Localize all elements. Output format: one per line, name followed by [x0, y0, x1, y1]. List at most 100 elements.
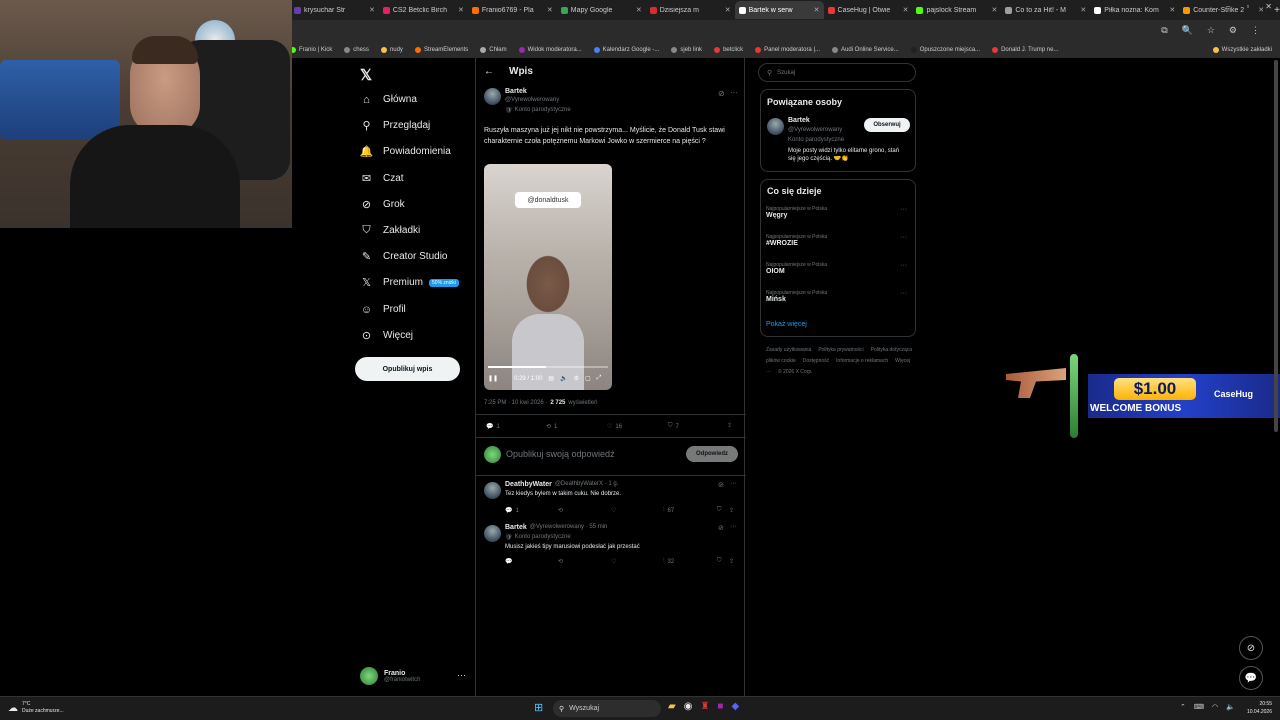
tab-close-icon[interactable]: ✕ — [1169, 6, 1175, 14]
pip-icon[interactable]: ▢ — [585, 375, 591, 382]
tab-close-icon[interactable]: ✕ — [903, 6, 909, 14]
chat-icon[interactable]: 💬 — [1239, 666, 1263, 690]
browser-tab[interactable]: Mapy Google ✕ — [557, 1, 646, 19]
retweet-icon[interactable]: ⟲ — [558, 558, 563, 565]
clock-date[interactable]: 10.04.2026 — [1238, 708, 1272, 716]
bookmark-action[interactable]: ⛉ 7 — [668, 423, 679, 430]
show-more-link[interactable]: Pokaż więcej — [766, 321, 807, 328]
folder-icon[interactable]: ▰ — [668, 701, 676, 712]
star-icon[interactable]: ☆ — [1207, 25, 1215, 36]
volume-icon[interactable]: 🔈 — [560, 375, 567, 382]
reply-action[interactable]: 💬 1 — [505, 507, 519, 515]
trend-item[interactable]: Najpopularniejsze w Polska #WROZIE — [766, 234, 827, 247]
taskbar-search[interactable]: ⚲ Wyszukaj — [553, 700, 661, 717]
trend-item[interactable]: Najpopularniejsze w Polska Węgry — [766, 206, 827, 219]
grok-icon[interactable]: ⊘ — [718, 481, 724, 489]
nav-item-więcej[interactable]: ⊙ Więcej — [360, 329, 413, 342]
tab-close-icon[interactable]: ✕ — [458, 6, 464, 14]
avatar[interactable] — [484, 482, 501, 499]
nav-item-czat[interactable]: ✉ Czat — [360, 172, 404, 185]
tab-close-icon[interactable]: ✕ — [814, 6, 820, 14]
close-window-icon[interactable]: ✕ — [1265, 2, 1272, 11]
heart-icon[interactable]: ♡ — [611, 507, 616, 514]
bookmark-item[interactable]: Opuszczone miejsca... — [910, 47, 980, 53]
nav-item-premium[interactable]: 𝕏 Premium 50% zniżki — [360, 276, 459, 289]
bookmark-item[interactable]: nudy — [380, 47, 403, 53]
grok-icon[interactable]: ⊘ — [1239, 636, 1263, 660]
browser-tab[interactable]: krysuchar Str ✕ — [290, 1, 379, 19]
reply-action[interactable]: 💬 1 — [486, 423, 500, 431]
avatar[interactable] — [767, 118, 784, 135]
nav-item-zakładki[interactable]: ⛉ Zakładki — [360, 224, 420, 237]
browser-tab[interactable]: Bartek w serw ✕ — [734, 1, 824, 19]
casehug-promo-banner[interactable]: $1.00 WELCOME BONUS CaseHug — [1006, 354, 1280, 440]
retweet-action[interactable]: ⟲ 1 — [546, 423, 557, 431]
trend-item[interactable]: Najpopularniejsze w Polska OIOM — [766, 262, 827, 275]
x-logo-icon[interactable]: 𝕏 — [360, 66, 372, 84]
footer-link[interactable]: Informacje o reklamach — [836, 358, 888, 364]
bookmark-item[interactable]: Audi Online Service... — [832, 47, 899, 53]
tab-close-icon[interactable]: ✕ — [992, 6, 998, 14]
avatar[interactable] — [484, 525, 501, 542]
footer-link[interactable]: Dostępność — [803, 358, 829, 364]
browser-tab[interactable]: pajslock Stream ✕ — [912, 1, 1001, 19]
more-icon[interactable]: ··· — [730, 88, 738, 97]
bookmark-item[interactable]: Panel moderatora |... — [755, 47, 820, 53]
browser-tab[interactable]: Piłka nożna: Kom ✕ — [1090, 1, 1179, 19]
trend-item[interactable]: Najpopularniejsze w Polska Mińsk — [766, 290, 827, 303]
tab-close-icon[interactable]: ✕ — [725, 6, 731, 14]
bookmark-item[interactable]: StreamElements — [414, 47, 468, 53]
share-icon[interactable]: ⇪ — [729, 507, 734, 514]
bookmark-icon[interactable]: ⛉ — [717, 507, 722, 514]
footer-link[interactable]: Zasady użytkowania — [766, 347, 811, 353]
settings-icon[interactable]: ⚙ — [574, 375, 579, 382]
chrome-icon[interactable]: ◉ — [684, 701, 693, 712]
reply-author-handle[interactable]: @Vyrewolwerowany · 55 min — [530, 524, 608, 531]
bookmark-item[interactable]: betclick — [714, 47, 743, 53]
back-arrow-icon[interactable]: ← — [484, 66, 494, 77]
more-icon[interactable]: ··· — [730, 480, 737, 487]
weather-widget[interactable]: ☁ 7°C Duże zachmurze... — [8, 701, 64, 715]
volume-icon[interactable]: 🔈 — [1226, 703, 1235, 711]
reply-author-name[interactable]: DeathbyWater — [505, 481, 552, 488]
tab-close-icon[interactable]: ✕ — [636, 6, 642, 14]
bookmark-item[interactable]: Donald J. Trump ne... — [992, 47, 1058, 53]
heart-icon[interactable]: ♡ — [611, 558, 616, 565]
account-switcher[interactable]: Franio @franiotwitch — [360, 667, 420, 685]
browser-tab[interactable]: Dzisiejsza m ✕ — [646, 1, 735, 19]
browser-tab[interactable]: Co to za Hit! - M ✕ — [1001, 1, 1090, 19]
new-tab-icon[interactable]: + — [1274, 5, 1280, 16]
bookmark-icon[interactable]: ⛉ — [717, 558, 722, 565]
views-action[interactable]: ⫶ 67 — [663, 507, 674, 514]
reply-author-handle[interactable]: @DeathbyWaterX · 1 g. — [555, 481, 619, 488]
browser-tab[interactable]: Franio6769 - Pla ✕ — [468, 1, 557, 19]
install-icon[interactable]: ⧉ — [1161, 25, 1167, 36]
tab-close-icon[interactable]: ✕ — [1080, 6, 1086, 14]
minimize-icon[interactable]: – — [1226, 2, 1230, 11]
app-icon[interactable]: ♜ — [700, 701, 709, 712]
browser-tab[interactable]: CS2 Betclic Birch ✕ — [379, 1, 468, 19]
bookmark-item[interactable]: sjeb link — [671, 47, 702, 53]
extensions-icon[interactable]: ⚙ — [1229, 25, 1237, 36]
search-box[interactable]: ⚲ Szukaj — [758, 63, 916, 82]
app-icon[interactable]: ■ — [717, 701, 723, 712]
views-action[interactable]: ⫶ 32 — [663, 558, 674, 565]
bookmark-item[interactable]: Kalendarz Google -... — [593, 47, 659, 53]
nav-item-przeglądaj[interactable]: ⚲ Przeglądaj — [360, 119, 430, 132]
post-timestamp[interactable]: 7:25 PM · 10 kwi 2026 · — [484, 400, 547, 406]
share-icon[interactable]: ⇪ — [727, 422, 732, 429]
video-progress-track[interactable] — [488, 366, 608, 368]
discord-icon[interactable]: ◆ — [731, 701, 739, 712]
more-options-icon[interactable]: ··· — [457, 670, 466, 680]
grok-icon[interactable]: ⊘ — [718, 524, 724, 532]
avatar[interactable] — [484, 88, 501, 105]
fullscreen-icon[interactable]: ⤢ — [597, 375, 602, 382]
bookmark-item[interactable]: Chłam — [480, 47, 507, 53]
nav-item-creator-studio[interactable]: ✎ Creator Studio — [360, 250, 448, 263]
author-name[interactable]: Bartek — [505, 88, 527, 95]
tray-chevron-icon[interactable]: ⌃ — [1180, 703, 1186, 711]
more-icon[interactable]: ··· — [900, 234, 907, 241]
nav-item-powiadomienia[interactable]: 🔔 Powiadomienia — [360, 145, 451, 158]
retweet-icon[interactable]: ⟲ — [558, 507, 563, 514]
reply-action[interactable]: 💬 — [505, 558, 512, 565]
